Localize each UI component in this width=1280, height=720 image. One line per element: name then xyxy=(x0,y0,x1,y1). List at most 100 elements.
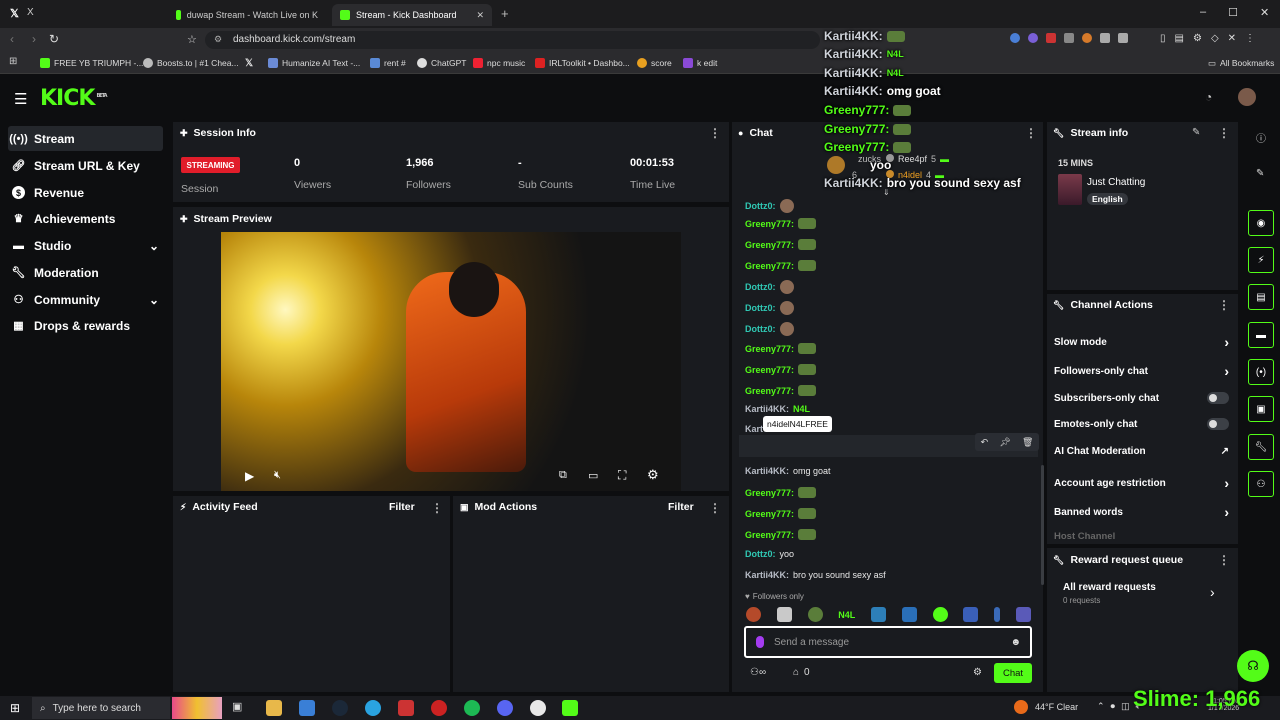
url-bar[interactable]: ⚙ dashboard.kick.com/stream xyxy=(205,31,820,49)
chat-username[interactable]: Dottz0: xyxy=(745,549,776,559)
microphone-icon[interactable]: ⏺ xyxy=(1111,701,1116,712)
close-window-icon[interactable]: ✕ xyxy=(1260,6,1269,19)
forward-icon[interactable]: › xyxy=(32,32,36,46)
pip-icon[interactable]: ⧉ xyxy=(559,469,567,482)
rail-button-view[interactable]: ◉ xyxy=(1248,210,1274,236)
chat-username[interactable]: Kart xyxy=(745,424,763,434)
network-icon[interactable]: ◫ xyxy=(1121,701,1130,712)
chat-username[interactable]: Greeny777: xyxy=(745,219,794,229)
chat-username[interactable]: Greeny777: xyxy=(745,344,794,354)
pepe-emote-icon[interactable] xyxy=(798,364,817,375)
face-emote-icon[interactable] xyxy=(779,322,794,336)
chat-username[interactable]: Dottz0: xyxy=(745,324,776,334)
chat-username[interactable]: Kartii4KK: xyxy=(745,466,789,476)
chat-message[interactable]: Greeny777: xyxy=(745,364,817,375)
sidebar-item-stream[interactable]: ((•)) Stream xyxy=(8,126,163,151)
more-options-icon[interactable]: ⋮ xyxy=(1218,298,1230,312)
chat-username[interactable]: Greeny777: xyxy=(745,530,794,540)
rail-button-shield[interactable]: ▣ xyxy=(1248,396,1274,422)
language-tag[interactable]: English xyxy=(1087,193,1128,205)
tab-duwap-stream[interactable]: duwap Stream - Watch Live on K xyxy=(168,4,326,26)
extension-icon[interactable] xyxy=(1010,33,1020,43)
chat-username[interactable]: Kartii4KK: xyxy=(745,404,789,414)
pepe-emote-icon[interactable] xyxy=(798,508,817,519)
more-options-icon[interactable]: ⋮ xyxy=(1025,126,1037,140)
viewers-link-icon[interactable]: ⚇∞ xyxy=(750,667,766,678)
bookmark-item[interactable]: 𝕏 xyxy=(245,55,253,71)
emote-icon[interactable] xyxy=(871,607,887,622)
emote-icon[interactable] xyxy=(901,607,917,622)
emote-icon[interactable] xyxy=(776,607,792,622)
play-icon[interactable]: ▶ xyxy=(245,469,254,483)
chat-username[interactable]: Dottz0: xyxy=(745,201,776,211)
bookmark-item[interactable]: FREE YB TRIUMPH -... xyxy=(40,55,143,71)
activity-filter-button[interactable]: Filter xyxy=(389,501,415,513)
sidebar-item-moderation[interactable]: 🔧︎ Moderation xyxy=(8,260,163,285)
extension-icon[interactable] xyxy=(1082,33,1092,43)
chrome-icon[interactable] xyxy=(530,700,546,716)
steam-icon[interactable] xyxy=(332,700,348,716)
bookmark-item[interactable]: ChatGPT xyxy=(417,55,466,71)
support-headset-icon[interactable]: ☊ xyxy=(1237,650,1269,682)
emote-icon[interactable]: N4L xyxy=(838,610,855,620)
chat-input[interactable]: Send a message ☻ xyxy=(744,626,1032,658)
more-options-icon[interactable]: ⋮ xyxy=(1218,553,1230,567)
chat-message[interactable]: Kart xyxy=(745,424,763,434)
bookmark-item[interactable]: rent # xyxy=(370,55,406,71)
scroll-down-icon[interactable]: ⇓ xyxy=(883,188,890,197)
pepe-emote-icon[interactable] xyxy=(798,343,817,354)
more-options-icon[interactable]: ⋮ xyxy=(709,126,721,140)
site-info-icon[interactable]: ⚙ xyxy=(214,34,222,45)
bookmark-item[interactable]: npc music xyxy=(473,55,525,71)
bookmark-item[interactable]: IRLToolkit • Dashbo... xyxy=(535,55,630,71)
file-explorer-icon[interactable] xyxy=(266,700,282,716)
kick-app-icon[interactable] xyxy=(562,700,578,716)
rail-button-broadcast[interactable]: (•) xyxy=(1248,359,1274,385)
chevron-down-icon[interactable]: ⌄ xyxy=(149,293,159,307)
task-view-icon[interactable]: ▣ xyxy=(232,700,248,716)
puzzle-icon[interactable] xyxy=(1100,33,1110,43)
telegram-icon[interactable] xyxy=(365,700,381,716)
sidebar-item-studio[interactable]: ▬ Studio ⌄ xyxy=(8,233,163,258)
chevron-up-icon[interactable]: ⌃ xyxy=(1097,701,1105,712)
mute-icon[interactable]: 🔇︎ xyxy=(274,469,281,482)
settings-icon[interactable]: ⚙ xyxy=(1193,33,1202,44)
banned-words-row[interactable]: Banned words › xyxy=(1054,504,1229,520)
tab-x[interactable]: X xyxy=(27,7,34,18)
x-logo-icon[interactable]: 𝕏 xyxy=(10,7,19,20)
face-emote-icon[interactable] xyxy=(779,199,794,213)
pepe-emote-icon[interactable] xyxy=(798,385,817,396)
extension-icon[interactable] xyxy=(1028,33,1038,43)
tab-search-icon[interactable]: ▤ xyxy=(1175,33,1184,44)
chat-username[interactable]: Kartii4KK: xyxy=(745,570,789,580)
emote-icon[interactable] xyxy=(807,607,823,622)
chevron-right-icon[interactable]: › xyxy=(1210,584,1215,600)
face-emote-icon[interactable] xyxy=(779,301,794,315)
tools-icon[interactable]: ✕ xyxy=(1228,33,1236,44)
ai-moderation-row[interactable]: AI Chat Moderation ↗ xyxy=(1054,446,1229,457)
chat-message[interactable]: Greeny777: xyxy=(745,343,817,354)
menu-icon[interactable]: ⋮ xyxy=(1245,33,1255,44)
tulips-widget-icon[interactable] xyxy=(172,697,222,719)
shield-icon[interactable]: ◇ xyxy=(1211,33,1219,44)
more-options-icon[interactable]: ⋮ xyxy=(431,501,443,515)
rail-button-wrench[interactable]: 🔧︎ xyxy=(1248,434,1274,460)
reload-icon[interactable]: ↻ xyxy=(49,32,59,46)
subscribers-only-toggle[interactable] xyxy=(1207,392,1229,404)
chat-message[interactable]: Dottz0: xyxy=(745,322,794,336)
chat-message[interactable]: Dottz0: yoo xyxy=(745,549,794,559)
close-tab-icon[interactable]: ✕ xyxy=(476,10,484,21)
chat-message[interactable]: Greeny777: xyxy=(745,260,817,271)
mic-icon[interactable] xyxy=(756,636,764,648)
pepe-emote-icon[interactable] xyxy=(798,260,817,271)
chat-message[interactable]: Greeny777: xyxy=(745,239,817,250)
info-icon[interactable]: ⓘ xyxy=(1256,130,1266,145)
all-bookmarks[interactable]: ▭ All Bookmarks xyxy=(1208,55,1274,71)
edit-icon[interactable]: ✎ xyxy=(1192,127,1200,138)
rail-button-community[interactable]: ⚇ xyxy=(1248,471,1274,497)
chat-username[interactable]: Greeny777: xyxy=(745,488,794,498)
rail-button-chat[interactable]: ▬ xyxy=(1248,322,1274,348)
theater-icon[interactable]: ▭ xyxy=(588,469,598,482)
emotes-only-toggle[interactable] xyxy=(1207,418,1229,430)
category-name[interactable]: Just Chatting xyxy=(1087,177,1145,188)
